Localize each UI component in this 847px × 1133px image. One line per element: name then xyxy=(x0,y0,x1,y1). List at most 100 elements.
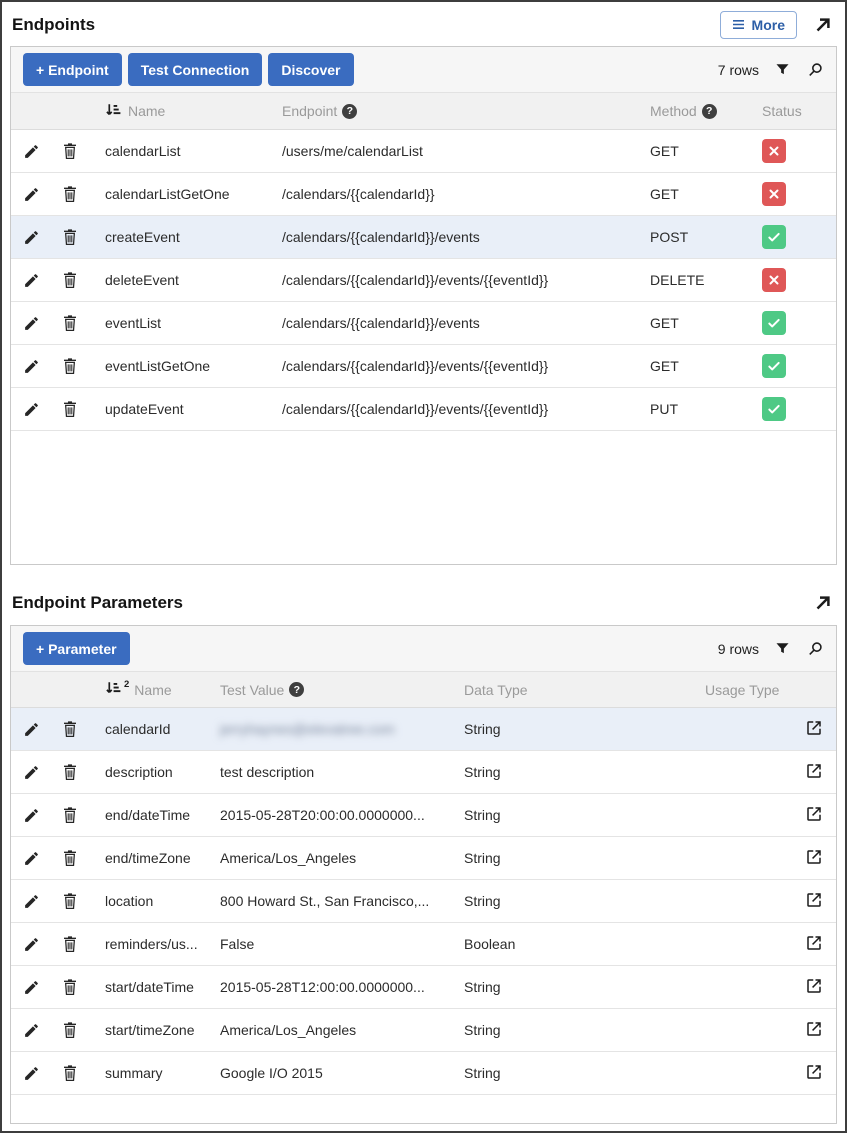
column-header-status[interactable]: Status xyxy=(750,103,836,119)
edit-button[interactable] xyxy=(11,850,51,867)
delete-button[interactable] xyxy=(51,720,89,738)
delete-button[interactable] xyxy=(51,400,89,418)
column-header-name[interactable]: Name xyxy=(89,102,272,121)
table-row[interactable]: eventListGetOne /calendars/{{calendarId}… xyxy=(11,345,836,388)
external-link-icon[interactable] xyxy=(805,762,823,783)
edit-button[interactable] xyxy=(11,807,51,824)
parameter-data-type: String xyxy=(457,1065,649,1081)
edit-button[interactable] xyxy=(11,979,51,996)
edit-button[interactable] xyxy=(11,401,51,418)
external-link-icon[interactable] xyxy=(805,934,823,955)
table-row[interactable]: description test description String xyxy=(11,751,836,794)
external-link-icon[interactable] xyxy=(805,805,823,826)
table-row[interactable]: reminders/us... False Boolean xyxy=(11,923,836,966)
search-icon[interactable] xyxy=(806,61,824,79)
endpoint-path: /calendars/{{calendarId}}/events/{{event… xyxy=(272,358,642,374)
delete-button[interactable] xyxy=(51,1021,89,1039)
table-row[interactable]: createEvent /calendars/{{calendarId}}/ev… xyxy=(11,216,836,259)
endpoint-path: /calendars/{{calendarId}} xyxy=(272,186,642,202)
table-row[interactable]: calendarId jerryhaynes@elevatree.com Str… xyxy=(11,708,836,751)
delete-button[interactable] xyxy=(51,357,89,375)
discover-button[interactable]: Discover xyxy=(268,53,353,86)
delete-button[interactable] xyxy=(51,935,89,953)
column-header-usage-type[interactable]: Usage Type xyxy=(649,682,836,698)
table-row[interactable]: deleteEvent /calendars/{{calendarId}}/ev… xyxy=(11,259,836,302)
status-error-badge xyxy=(762,182,786,206)
add-parameter-button[interactable]: + Parameter xyxy=(23,632,130,665)
table-row[interactable]: calendarListGetOne /calendars/{{calendar… xyxy=(11,173,836,216)
expand-panel-icon[interactable] xyxy=(813,593,833,613)
edit-button[interactable] xyxy=(11,764,51,781)
delete-button[interactable] xyxy=(51,849,89,867)
parameter-data-type: String xyxy=(457,893,649,909)
parameter-name: start/timeZone xyxy=(89,1022,215,1038)
test-connection-button[interactable]: Test Connection xyxy=(128,53,263,86)
parameter-test-value: test description xyxy=(215,764,457,780)
parameter-test-value: 2015-05-28T20:00:00.0000000... xyxy=(215,807,457,823)
more-button[interactable]: More xyxy=(720,11,797,39)
edit-button[interactable] xyxy=(11,893,51,910)
add-endpoint-button[interactable]: + Endpoint xyxy=(23,53,122,86)
expand-panel-icon[interactable] xyxy=(813,15,833,35)
table-row[interactable]: end/timeZone America/Los_Angeles String xyxy=(11,837,836,880)
endpoints-card: + Endpoint Test Connection Discover 7 ro… xyxy=(10,46,837,565)
delete-button[interactable] xyxy=(51,271,89,289)
delete-button[interactable] xyxy=(51,892,89,910)
column-header-data-type[interactable]: Data Type xyxy=(457,682,649,698)
status-ok-badge xyxy=(762,311,786,335)
endpoint-method: GET xyxy=(642,186,750,202)
filter-icon[interactable] xyxy=(774,640,791,657)
endpoints-toolbar: + Endpoint Test Connection Discover 7 ro… xyxy=(11,47,836,93)
delete-button[interactable] xyxy=(51,763,89,781)
table-row[interactable]: start/timeZone America/Los_Angeles Strin… xyxy=(11,1009,836,1052)
external-link-icon[interactable] xyxy=(805,977,823,998)
external-link-icon[interactable] xyxy=(805,1063,823,1084)
search-icon[interactable] xyxy=(806,640,824,658)
delete-button[interactable] xyxy=(51,142,89,160)
edit-button[interactable] xyxy=(11,936,51,953)
column-header-test-value[interactable]: Test Value ? xyxy=(215,682,457,698)
edit-button[interactable] xyxy=(11,1065,51,1082)
external-link-icon[interactable] xyxy=(805,848,823,869)
edit-button[interactable] xyxy=(11,186,51,203)
external-link-icon[interactable] xyxy=(805,719,823,740)
endpoint-name: eventList xyxy=(89,315,272,331)
table-row[interactable]: summary Google I/O 2015 String xyxy=(11,1052,836,1095)
table-row[interactable]: eventList /calendars/{{calendarId}}/even… xyxy=(11,302,836,345)
column-header-name[interactable]: 2 Name xyxy=(89,680,215,699)
parameters-toolbar: + Parameter 9 rows xyxy=(11,626,836,672)
column-header-endpoint[interactable]: Endpoint ? xyxy=(272,103,642,119)
table-row[interactable]: updateEvent /calendars/{{calendarId}}/ev… xyxy=(11,388,836,431)
delete-button[interactable] xyxy=(51,314,89,332)
help-icon[interactable]: ? xyxy=(702,104,717,119)
table-row[interactable]: calendarList /users/me/calendarList GET xyxy=(11,130,836,173)
delete-button[interactable] xyxy=(51,185,89,203)
endpoint-method: PUT xyxy=(642,401,750,417)
delete-button[interactable] xyxy=(51,978,89,996)
help-icon[interactable]: ? xyxy=(289,682,304,697)
edit-button[interactable] xyxy=(11,315,51,332)
table-row[interactable]: location 800 Howard St., San Francisco,.… xyxy=(11,880,836,923)
column-header-method[interactable]: Method ? xyxy=(642,103,750,119)
help-icon[interactable]: ? xyxy=(342,104,357,119)
endpoint-name: eventListGetOne xyxy=(89,358,272,374)
edit-button[interactable] xyxy=(11,272,51,289)
table-row[interactable]: end/dateTime 2015-05-28T20:00:00.0000000… xyxy=(11,794,836,837)
endpoint-path: /calendars/{{calendarId}}/events/{{event… xyxy=(272,401,642,417)
table-row[interactable]: start/dateTime 2015-05-28T12:00:00.00000… xyxy=(11,966,836,1009)
sort-order-number: 2 xyxy=(124,679,129,690)
delete-button[interactable] xyxy=(51,806,89,824)
endpoint-path: /calendars/{{calendarId}}/events/{{event… xyxy=(272,272,642,288)
edit-button[interactable] xyxy=(11,1022,51,1039)
edit-button[interactable] xyxy=(11,229,51,246)
parameter-name: summary xyxy=(89,1065,215,1081)
external-link-icon[interactable] xyxy=(805,891,823,912)
delete-button[interactable] xyxy=(51,1064,89,1082)
parameter-data-type: String xyxy=(457,979,649,995)
filter-icon[interactable] xyxy=(774,61,791,78)
delete-button[interactable] xyxy=(51,228,89,246)
edit-button[interactable] xyxy=(11,721,51,738)
edit-button[interactable] xyxy=(11,358,51,375)
edit-button[interactable] xyxy=(11,143,51,160)
external-link-icon[interactable] xyxy=(805,1020,823,1041)
